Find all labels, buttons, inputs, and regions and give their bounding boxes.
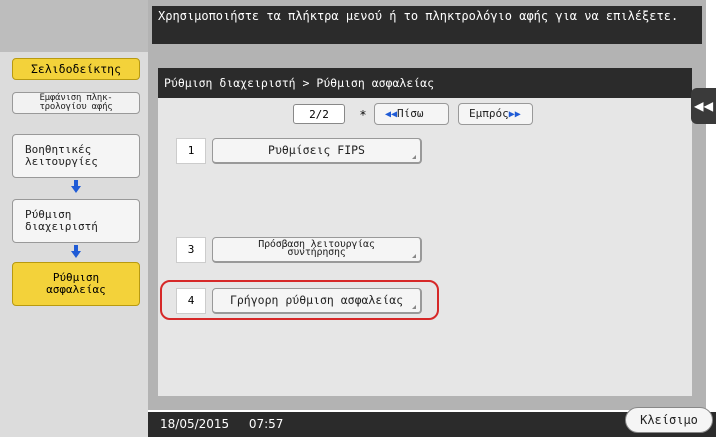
arrow-down-icon xyxy=(71,180,81,193)
page-indicator: 2/2 xyxy=(293,104,345,124)
time-text: 07:57 xyxy=(248,417,284,431)
menu-item-maintenance-access: 3 Πρόσβαση λειτουργίας συντήρησης xyxy=(176,237,426,263)
admin-label-line2: διαχειριστή xyxy=(25,220,98,233)
maintenance-access-button[interactable]: Πρόσβαση λειτουργίας συντήρησης xyxy=(212,237,422,263)
menu-item-number: 1 xyxy=(176,138,206,164)
close-button[interactable]: Κλείσιμο xyxy=(625,407,713,433)
main-panel: Χρησιμοποιήστε τα πλήκτρα μενού ή το πλη… xyxy=(148,0,716,437)
fips-settings-button[interactable]: Ρυθμίσεις FIPS xyxy=(212,138,422,164)
prev-page-button[interactable]: ◀◀Πίσω xyxy=(374,103,449,125)
prev-label: Πίσω xyxy=(397,107,424,120)
bookmark-label: Σελιδοδείκτης xyxy=(30,62,121,76)
sidebar-item-admin-settings[interactable]: Ρύθμιση διαχειριστή xyxy=(12,199,140,243)
date-text: 18/05/2015 xyxy=(160,417,230,431)
next-label: Εμπρός xyxy=(469,107,509,120)
prev-arrows-icon: ◀◀ xyxy=(385,109,398,120)
show-keypad-button[interactable]: Εμφάνιση πληκ- τρολογίου αφής xyxy=(12,92,140,114)
sidebar: Σελιδοδείκτης Εμφάνιση πληκ- τρολογίου α… xyxy=(0,0,148,437)
next-arrows-icon: ▶▶ xyxy=(508,109,521,120)
collapse-panel-icon[interactable]: ◀◀ xyxy=(691,88,716,124)
instruction-text: Χρησιμοποιήστε τα πλήκτρα μενού ή το πλη… xyxy=(152,6,702,44)
menu-item-fips: 1 Ρυθμίσεις FIPS xyxy=(176,138,426,164)
sidebar-item-auxiliary-functions[interactable]: Βοηθητικές λειτουργίες xyxy=(12,134,140,178)
highlight-annotation xyxy=(160,280,439,320)
aux-label-line2: λειτουργίες xyxy=(25,155,98,168)
next-page-button[interactable]: Εμπρός▶▶ xyxy=(458,103,533,125)
breadcrumb: Ρύθμιση διαχειριστή > Ρύθμιση ασφαλείας xyxy=(158,68,692,98)
keypad-label-line2: τρολογίου αφής xyxy=(39,102,113,112)
sidebar-header xyxy=(0,0,148,52)
security-label-line2: ασφαλείας xyxy=(46,283,106,296)
menu-item-number: 3 xyxy=(176,237,206,263)
bookmark-button[interactable]: Σελιδοδείκτης xyxy=(12,58,140,80)
sidebar-item-security-settings[interactable]: Ρύθμιση ασφαλείας xyxy=(12,262,140,306)
maintenance-label-line2: συντήρησης xyxy=(287,247,346,258)
page-star: * xyxy=(359,108,367,122)
arrow-down-icon xyxy=(71,245,81,258)
